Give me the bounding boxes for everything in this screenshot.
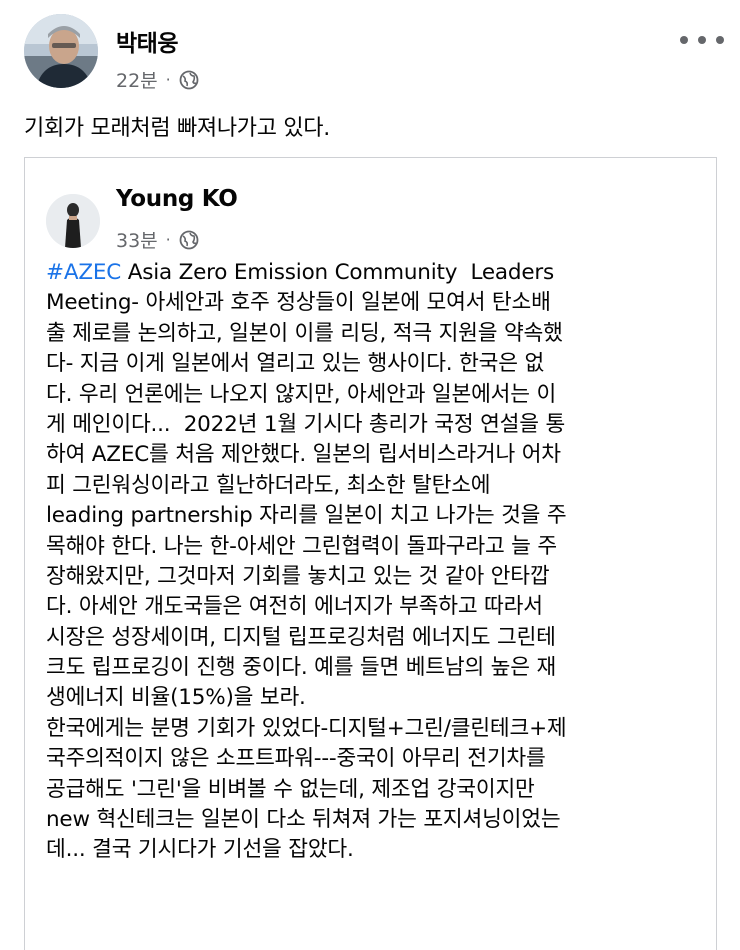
author-avatar[interactable] <box>24 14 98 88</box>
meta-separator: · <box>165 70 171 89</box>
hashtag-link[interactable]: #AZEC <box>46 260 121 285</box>
shared-post-line: 장해왔지만, 그것마저 기회를 놓치고 있는 것 같아 안타깝 <box>46 563 550 589</box>
shared-post-line: 출 제로를 논의하고, 일본이 이를 리딩, 적극 지원을 약속했 <box>46 320 563 346</box>
shared-post-line: 생에너지 비율(15%)을 보라. <box>46 685 306 711</box>
globe-icon <box>179 70 199 90</box>
shared-post-line: leading partnership 자리를 일본이 치고 나가는 것을 주 <box>46 503 567 529</box>
shared-post-line: 국주의적이지 않은 소프트파워---중국이 아무리 전기차를 <box>46 746 546 772</box>
shared-post-time[interactable]: 33분 <box>116 226 158 253</box>
shared-avatar-photo-icon <box>46 194 100 248</box>
shared-post-line: Meeting- 아세안과 호주 정상들이 일본에 모여서 탄소배 <box>46 290 551 316</box>
post-time[interactable]: 22분 <box>116 66 158 93</box>
shared-author-avatar[interactable] <box>46 194 100 248</box>
shared-post-line: 다. 우리 언론에는 나오지 않지만, 아세안과 일본에서는 이 <box>46 381 557 407</box>
author-name[interactable]: 박태웅 <box>116 24 178 58</box>
shared-post-line: 한국에게는 분명 기회가 있었다-디지털+그린/클린테크+제 <box>46 715 567 741</box>
shared-post-line: 크도 립프로깅이 진행 중이다. 예를 들면 베트남의 높은 재 <box>46 655 557 681</box>
shared-post-line: 목해야 한다. 나는 한-아세안 그린협력이 돌파구라고 늘 주 <box>46 533 557 559</box>
shared-post-line-text: Asia Zero Emission Community Leaders <box>121 260 555 285</box>
shared-post-line: 하여 AZEC를 처음 제안했다. 일본의 립서비스라거나 어차 <box>46 442 561 468</box>
shared-post-line: 데... 결국 기시다가 기선을 잡았다. <box>46 837 354 863</box>
shared-post-line: #AZEC Asia Zero Emission Community Leade… <box>46 258 706 288</box>
shared-post-line: new 혁신테크는 일본이 다소 뒤쳐져 가는 포지셔닝이었는 <box>46 807 561 833</box>
post-text: 기회가 모래처럼 빠져나가고 있다. <box>24 116 330 141</box>
shared-post-body: #AZEC Asia Zero Emission Community Leade… <box>46 258 706 866</box>
shared-post-line: 게 메인이다... 2022년 1월 기시다 총리가 국정 연설을 통 <box>46 411 566 437</box>
shared-post-line: 공급해도 '그린'을 비벼볼 수 없는데, 제조업 강국이지만 <box>46 776 535 802</box>
shared-author-name[interactable]: Young KO <box>116 186 238 212</box>
shared-post[interactable]: Young KO 33분 · #AZEC Asia Zero Emission … <box>24 157 717 950</box>
post-header: 박태웅 22분 · <box>24 14 724 94</box>
shared-post-line: 다. 아세안 개도국들은 여전히 에너지가 부족하고 따라서 <box>46 594 543 620</box>
more-options-icon[interactable] <box>680 30 724 50</box>
avatar-photo-icon <box>24 14 98 88</box>
shared-post-meta: 33분 · <box>116 226 199 253</box>
globe-icon <box>179 230 199 250</box>
shared-post-line: 피 그린워싱이라고 힐난하더라도, 최소한 탈탄소에 <box>46 472 491 498</box>
meta-separator: · <box>165 230 171 249</box>
shared-post-line: 다- 지금 이게 일본에서 열리고 있는 행사이다. 한국은 없 <box>46 351 545 377</box>
shared-post-line: 시장은 성장세이며, 디지털 립프로깅처럼 에너지도 그린테 <box>46 624 556 650</box>
post-meta: 22분 · <box>116 66 199 93</box>
